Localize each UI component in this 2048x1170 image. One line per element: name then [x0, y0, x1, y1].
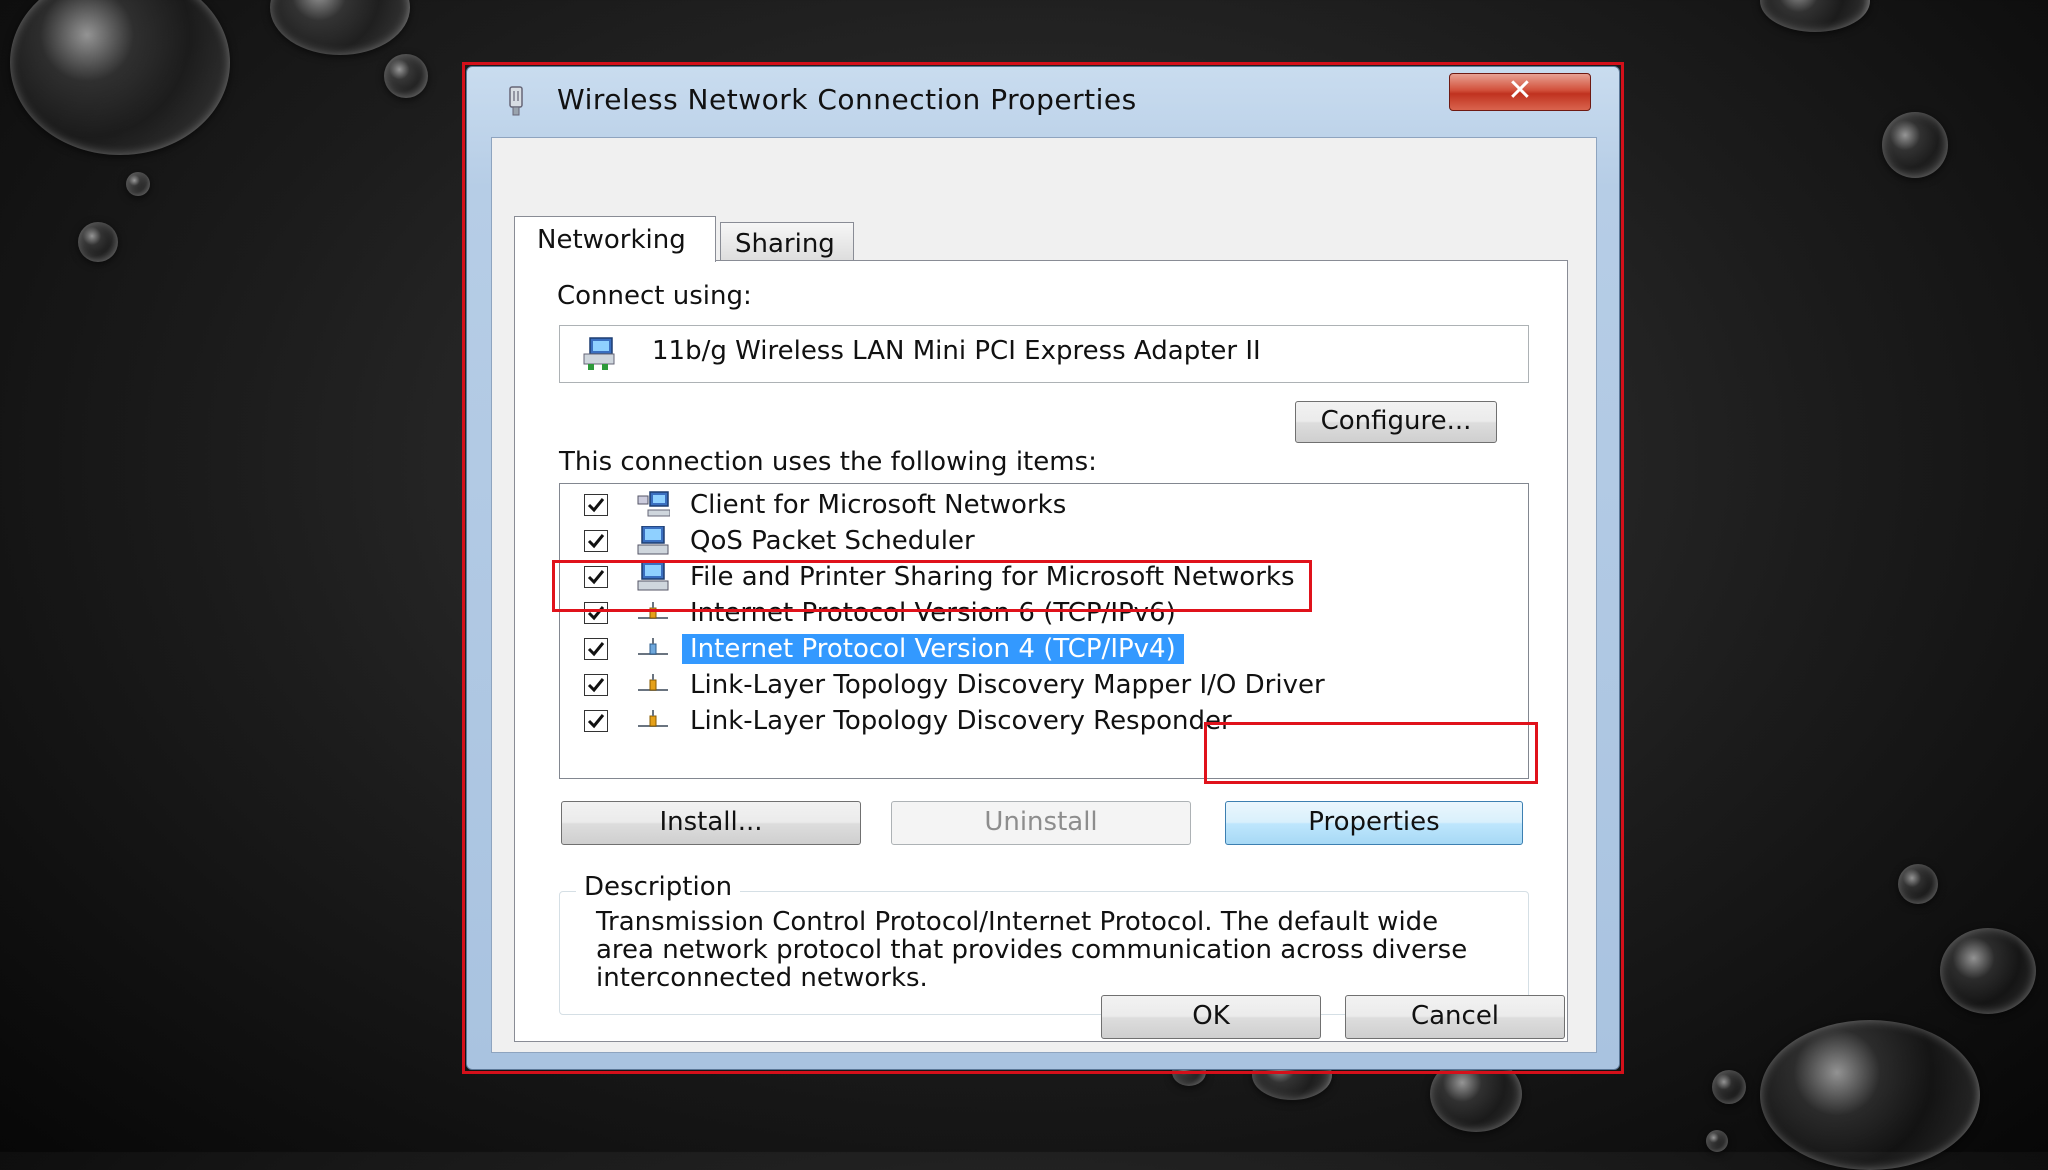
list-item[interactable]: Client for Microsoft Networks — [560, 488, 1520, 524]
checkmark-icon — [587, 678, 605, 693]
adapter-name: 11b/g Wireless LAN Mini PCI Express Adap… — [652, 336, 1261, 366]
list-item-label: Link-Layer Topology Discovery Mapper I/O… — [690, 670, 1325, 700]
list-item[interactable]: Link-Layer Topology Discovery Mapper I/O… — [560, 668, 1520, 704]
checkbox[interactable] — [584, 494, 608, 516]
checkbox[interactable] — [584, 530, 608, 552]
bubble-decoration — [1898, 864, 1938, 904]
checkmark-icon — [587, 714, 605, 729]
tab-networking[interactable]: Networking — [514, 216, 716, 262]
connect-using-label: Connect using: — [557, 281, 752, 311]
bubble-decoration — [1760, 0, 1870, 32]
description-text: Transmission Control Protocol/Internet P… — [596, 907, 1468, 993]
list-item-label: Client for Microsoft Networks — [690, 490, 1067, 520]
bubble-decoration — [1712, 1070, 1746, 1104]
close-button[interactable]: ✕ — [1449, 73, 1591, 111]
checkbox[interactable] — [584, 674, 608, 696]
list-item-label: QoS Packet Scheduler — [690, 526, 975, 556]
configure-button[interactable]: Configure... — [1295, 401, 1497, 443]
install-button[interactable]: Install... — [561, 801, 861, 845]
list-item-label: Internet Protocol Version 4 (TCP/IPv4) — [682, 634, 1184, 664]
list-item-selected[interactable]: Internet Protocol Version 4 (TCP/IPv4) — [560, 632, 1520, 668]
tab-sharing[interactable]: Sharing — [720, 222, 854, 262]
checkbox[interactable] — [584, 710, 608, 732]
computer-network-icon — [637, 526, 669, 555]
title-bar[interactable]: Wireless Network Connection Properties ✕ — [467, 67, 1619, 137]
protocol-icon — [638, 674, 668, 691]
bubble-decoration — [270, 0, 410, 55]
cancel-button[interactable]: Cancel — [1345, 995, 1565, 1039]
checkmark-icon — [587, 534, 605, 549]
properties-button[interactable]: Properties — [1225, 801, 1523, 845]
properties-highlight-box — [1204, 722, 1538, 784]
checkmark-icon — [587, 498, 605, 513]
items-list-label: This connection uses the following items… — [559, 447, 1097, 477]
bubble-decoration — [1760, 1020, 1980, 1170]
list-item-label: Link-Layer Topology Discovery Responder — [690, 706, 1232, 736]
adapter-field: 11b/g Wireless LAN Mini PCI Express Adap… — [559, 325, 1529, 383]
bubble-decoration — [126, 172, 150, 196]
networking-tab-page: Connect using: 11b/g Wireless LAN Mini P… — [514, 260, 1568, 1042]
checkbox[interactable] — [584, 638, 608, 660]
description-legend: Description — [576, 872, 741, 902]
protocol-icon — [638, 710, 668, 727]
bubble-decoration — [1940, 928, 2036, 1014]
protocol-icon — [638, 638, 668, 655]
bubble-decoration — [10, 0, 230, 155]
window-title: Wireless Network Connection Properties — [557, 83, 1137, 116]
adapter-icon — [583, 337, 615, 370]
bubble-decoration — [384, 54, 428, 98]
uninstall-button[interactable]: Uninstall — [891, 801, 1191, 845]
list-item[interactable]: QoS Packet Scheduler — [560, 524, 1520, 560]
bubble-decoration — [78, 222, 118, 262]
checkmark-icon — [587, 642, 605, 657]
bubble-decoration — [1706, 1130, 1728, 1152]
ok-button[interactable]: OK — [1101, 995, 1321, 1039]
bubble-decoration — [1882, 112, 1948, 178]
network-adapter-icon — [509, 86, 523, 116]
client-network-icon — [637, 491, 670, 517]
ipv4-highlight-box — [552, 560, 1312, 612]
